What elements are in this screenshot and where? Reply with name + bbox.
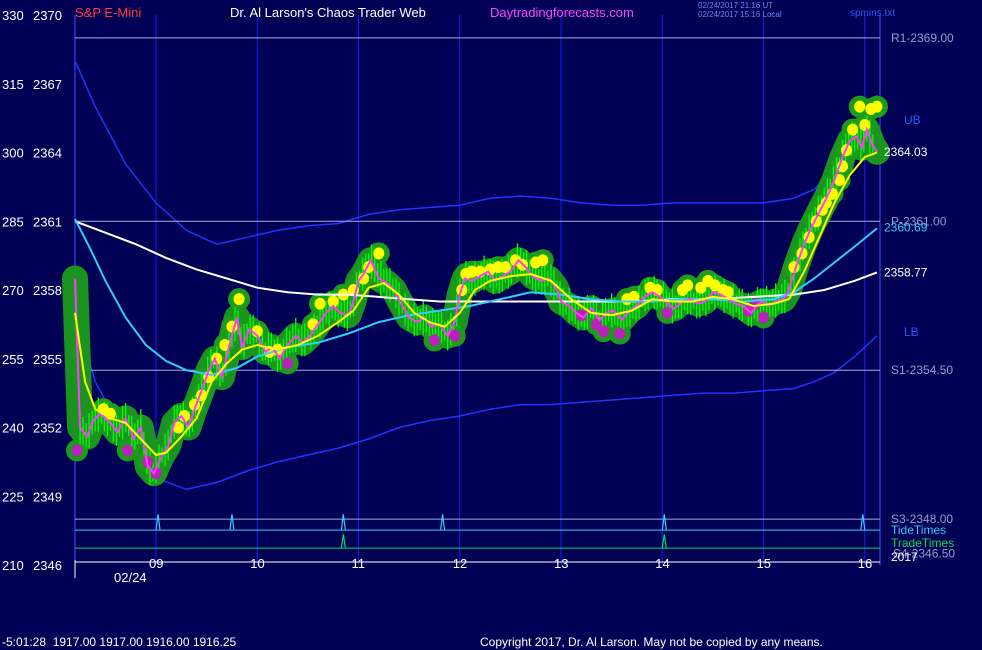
upper-band-label: UB <box>904 113 921 127</box>
x-tick-label: 11 <box>352 556 366 571</box>
left-scale-tick: 240 <box>2 421 24 436</box>
left-scale-tick: 300 <box>2 146 24 161</box>
left-scale-tick: 225 <box>2 489 24 504</box>
x-tick-label: 09 <box>149 556 163 571</box>
x-tick-label: 13 <box>554 556 568 571</box>
page-title: Dr. Al Larson's Chaos Trader Web <box>230 5 426 20</box>
high-dot <box>854 100 866 113</box>
high-dot <box>847 123 859 136</box>
left-scale-tick: 315 <box>2 77 24 92</box>
high-dot <box>537 254 549 267</box>
high-dot <box>373 247 385 260</box>
price-scale-top: 2370 <box>33 8 62 23</box>
slow-ma-value-label: 2358.77 <box>884 265 928 279</box>
year-label: 2017 <box>891 550 918 564</box>
tide-label: TideTimes <box>891 523 946 537</box>
high-dot <box>859 119 871 131</box>
mid-ma-value-label: 2360.69 <box>884 220 928 234</box>
price-tick: 2355 <box>33 352 62 367</box>
price-tick: 2358 <box>33 283 62 298</box>
price-tick: 2352 <box>33 421 62 436</box>
high-dot <box>871 100 883 113</box>
low-dot <box>598 325 610 338</box>
low-dot <box>428 334 440 347</box>
high-dot <box>682 279 694 292</box>
x-tick-label: 15 <box>757 556 771 571</box>
chart-canvas: UBLB R1-2369.00P-2361.00S1-2354.50S3-234… <box>0 0 982 650</box>
timestamp-ut: 02/24/2017 21:16 UT <box>698 1 773 10</box>
x-tick-label: 12 <box>453 556 467 571</box>
price-tick: 2364 <box>33 146 62 161</box>
low-dot <box>122 444 134 457</box>
left-scale-tick: 255 <box>2 352 24 367</box>
high-dot <box>233 293 245 306</box>
high-dot <box>314 297 326 310</box>
x-tick-label: 16 <box>858 556 872 571</box>
timestamp-local: 02/24/2017 15:16 Local <box>698 10 782 19</box>
left-scale-top: 330 <box>2 8 24 23</box>
price-readout: -5:01:28 1917.00 1917.00 1916.00 1916.25 <box>2 635 237 649</box>
x-tick-label: 14 <box>655 556 669 571</box>
low-dot <box>282 357 294 370</box>
site-name[interactable]: Daytradingforecasts.com <box>490 5 634 20</box>
price-tick: 2346 <box>33 558 62 573</box>
low-dot <box>71 444 83 457</box>
level-label: R1-2369.00 <box>891 31 954 45</box>
x-tick-label: 10 <box>250 556 264 571</box>
low-dot <box>758 311 770 324</box>
left-scale-tick: 285 <box>2 214 24 229</box>
price-tick: 2361 <box>33 214 62 229</box>
low-dot <box>661 306 673 319</box>
price-tick: 2349 <box>33 489 62 504</box>
left-scale-tick: 270 <box>2 283 24 298</box>
date-label: 02/24 <box>114 570 147 585</box>
last-price-label: 2364.03 <box>884 145 928 159</box>
price-tick: 2367 <box>33 77 62 92</box>
level-label: S1-2354.50 <box>891 363 953 377</box>
left-scale-tick: 210 <box>2 558 24 573</box>
instrument-name: S&P E-Mini <box>75 5 141 20</box>
trade-label: TradeTimes <box>891 536 954 550</box>
chart-background <box>0 0 982 650</box>
copyright: Copyright 2017, Dr. Al Larson. May not b… <box>480 635 823 649</box>
low-dot <box>614 327 626 340</box>
data-filename: spmins.txt <box>850 8 895 19</box>
lower-band-label: LB <box>904 325 919 339</box>
